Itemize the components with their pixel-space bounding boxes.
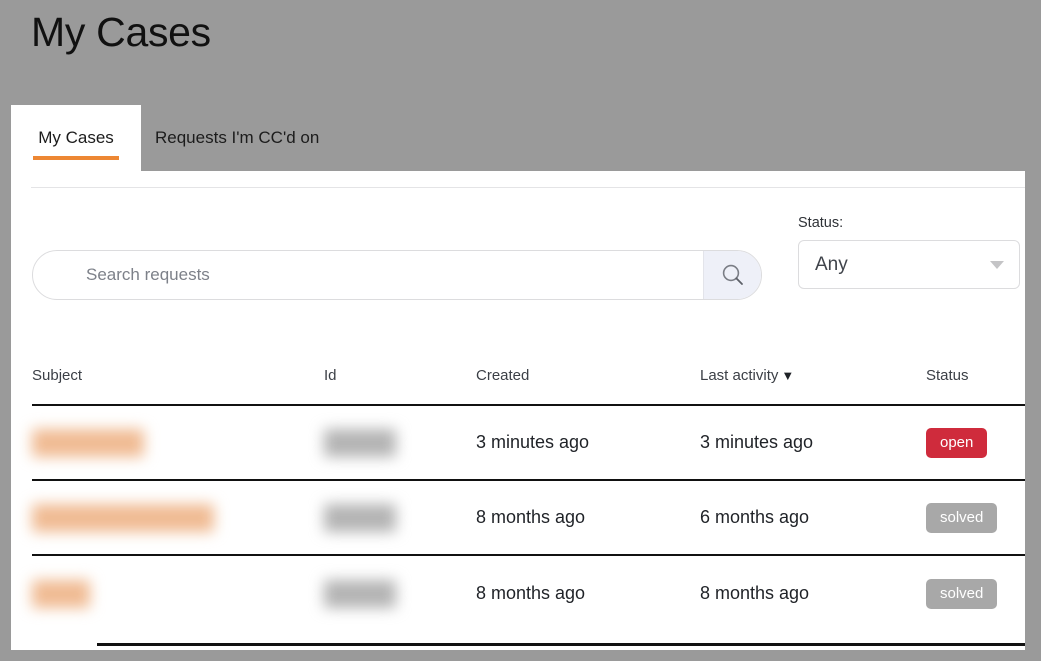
subject-redacted (32, 428, 144, 457)
tab-active-indicator (33, 156, 119, 160)
cell-created: 8 months ago (476, 583, 586, 603)
status-filter: Status: Any (798, 216, 1020, 289)
cell-status: solved (926, 502, 1025, 533)
column-header-created[interactable]: Created (476, 361, 700, 384)
status-filter-value: Any (815, 253, 848, 275)
column-header-last-activity-label: Last activity (700, 367, 779, 384)
table-row[interactable]: 3 minutes ago 3 minutes ago open (32, 406, 1025, 481)
cell-id (324, 579, 476, 608)
table-row[interactable]: 8 months ago 6 months ago solved (32, 481, 1025, 556)
search-input[interactable] (33, 251, 703, 299)
sort-descending-icon: ▼ (781, 368, 795, 383)
search-icon (720, 262, 746, 288)
id-redacted (324, 428, 396, 457)
cell-last-activity: 3 minutes ago (700, 432, 814, 452)
column-header-last-activity[interactable]: Last activity ▼ (700, 361, 926, 384)
cell-subject[interactable] (32, 579, 324, 608)
id-redacted (324, 579, 396, 608)
cell-last-activity: 8 months ago (700, 583, 810, 603)
page-title: My Cases (31, 9, 211, 55)
cell-id (324, 428, 476, 457)
chevron-down-icon (990, 261, 1004, 269)
filter-toolbar: Status: Any (11, 171, 1025, 321)
cell-id (324, 503, 476, 532)
status-badge: solved (926, 502, 998, 533)
cases-panel: Status: Any Subject Id Created Last acti… (11, 171, 1025, 650)
table-row[interactable]: 8 months ago 8 months ago solved (32, 556, 1025, 631)
status-badge: open (926, 427, 988, 458)
column-header-subject[interactable]: Subject (32, 361, 324, 384)
tab-requests-ccd-on-label: Requests I'm CC'd on (155, 128, 320, 147)
cell-status: open (926, 427, 1025, 458)
table-header-row: Subject Id Created Last activity ▼ Status (32, 361, 1025, 406)
tab-my-cases[interactable]: My Cases (11, 105, 141, 173)
status-filter-select[interactable]: Any (798, 239, 1020, 289)
search-box (32, 250, 762, 300)
cell-last-activity: 6 months ago (700, 507, 810, 527)
id-redacted (324, 503, 396, 532)
status-filter-label: Status: (798, 215, 844, 231)
cell-subject[interactable] (32, 503, 324, 532)
search-button[interactable] (703, 251, 761, 299)
panel-bottom-divider (97, 643, 1025, 646)
column-header-id[interactable]: Id (324, 361, 476, 384)
cell-created: 8 months ago (476, 507, 586, 527)
tab-requests-ccd-on[interactable]: Requests I'm CC'd on (155, 105, 319, 173)
tab-bar: My Cases Requests I'm CC'd on (0, 105, 1041, 173)
column-header-status[interactable]: Status (926, 361, 1025, 384)
cell-subject[interactable] (32, 428, 324, 457)
status-badge: solved (926, 578, 998, 609)
cell-status: solved (926, 578, 1025, 609)
subject-redacted (32, 579, 90, 608)
tab-my-cases-label: My Cases (38, 128, 114, 147)
cell-created: 3 minutes ago (476, 432, 590, 452)
cases-table: Subject Id Created Last activity ▼ Status… (32, 361, 1025, 631)
subject-redacted (32, 503, 214, 532)
